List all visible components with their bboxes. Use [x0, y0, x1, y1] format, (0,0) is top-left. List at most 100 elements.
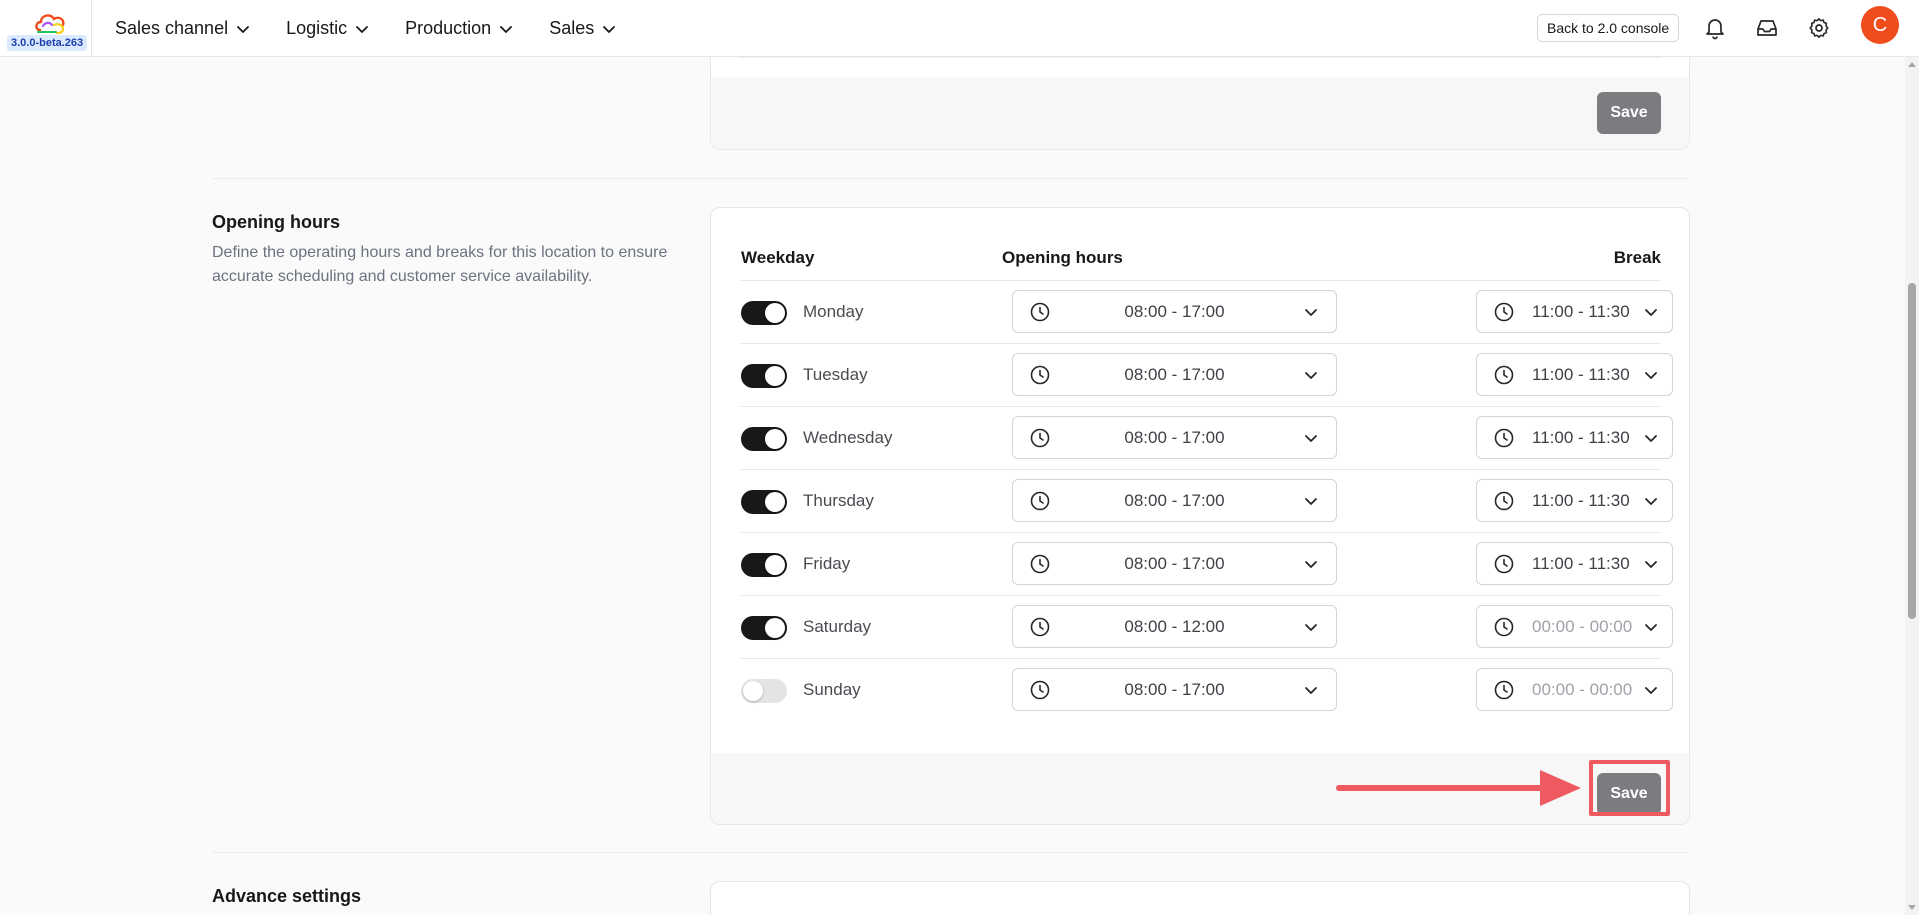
break-select[interactable]: 11:00 - 11:30 [1476, 479, 1673, 522]
scrollbar-thumb[interactable] [1908, 283, 1916, 619]
opening-hours-value: 08:00 - 17:00 [1124, 428, 1225, 447]
section-divider [212, 178, 1690, 179]
annotation-highlight-box [1589, 760, 1670, 816]
day-enabled-toggle[interactable] [741, 679, 787, 703]
weekday-row: Saturday 08:00 - 12:00 00:00 - 00:00 [741, 596, 1673, 659]
gear-icon[interactable] [1807, 16, 1831, 40]
break-value: 11:00 - 11:30 [1532, 302, 1630, 321]
section-description: Define the operating hours and breaks fo… [212, 244, 668, 285]
toggle-knob [765, 555, 785, 575]
advance-settings-card [710, 881, 1690, 915]
nav-label: Sales channel [115, 18, 229, 38]
opening-hours-select[interactable]: 08:00 - 17:00 [1012, 668, 1337, 711]
opening-hours-select[interactable]: 08:00 - 17:00 [1012, 416, 1337, 459]
version-badge: 3.0.0-beta.263 [7, 35, 88, 51]
opening-hours-value: 08:00 - 12:00 [1124, 617, 1225, 636]
break-value: 11:00 - 11:30 [1532, 491, 1630, 510]
opening-hours-card: Weekday Opening hours Break Monday 08:00 … [710, 207, 1690, 825]
card-footer: Save [711, 77, 1689, 149]
section-title-advance-settings: Advance settings [212, 886, 362, 906]
break-value: 11:00 - 11:30 [1532, 365, 1630, 384]
opening-hours-select[interactable]: 08:00 - 17:00 [1012, 290, 1337, 333]
day-enabled-toggle[interactable] [741, 616, 787, 640]
opening-hours-select[interactable]: 08:00 - 12:00 [1012, 605, 1337, 648]
user-avatar[interactable]: C [1861, 6, 1899, 44]
break-select[interactable]: 00:00 - 00:00 [1476, 605, 1673, 648]
inbox-icon[interactable] [1755, 16, 1779, 40]
scroll-up-arrow-icon[interactable] [1907, 60, 1917, 68]
logo-area[interactable]: 3.0.0-beta.263 [0, 0, 92, 57]
column-header-break: Break [1613, 248, 1661, 267]
clock-icon [1494, 680, 1514, 700]
opening-hours-select[interactable]: 08:00 - 17:00 [1012, 353, 1337, 396]
chevron-down-icon [1645, 498, 1657, 505]
weekday-label: Wednesday [803, 428, 893, 447]
chevron-down-icon [1305, 561, 1317, 568]
clock-icon [1494, 428, 1514, 448]
weekday-row: Tuesday 08:00 - 17:00 11:00 - 11:30 [741, 344, 1673, 407]
chevron-down-icon [1645, 561, 1657, 568]
back-to-console-button[interactable]: Back to 2.0 console [1537, 14, 1680, 42]
column-header-weekday: Weekday [741, 248, 815, 267]
toggle-knob [743, 681, 763, 701]
nav-label: Sales [549, 18, 595, 38]
chevron-down-icon [1645, 624, 1657, 631]
chevron-down-icon [1645, 309, 1657, 316]
scroll-down-arrow-icon[interactable] [1907, 904, 1917, 912]
day-enabled-toggle[interactable] [741, 553, 787, 577]
clock-icon [1494, 365, 1514, 385]
day-enabled-toggle[interactable] [741, 301, 787, 325]
day-enabled-toggle[interactable] [741, 490, 787, 514]
break-select[interactable]: 11:00 - 11:30 [1476, 353, 1673, 396]
weekday-label: Tuesday [803, 365, 868, 384]
weekday-row: Thursday 08:00 - 17:00 11:00 - 11:30 [741, 470, 1673, 533]
toggle-knob [765, 618, 785, 638]
break-select[interactable]: 11:00 - 11:30 [1476, 290, 1673, 333]
chevron-down-icon [1645, 687, 1657, 694]
nav-production[interactable]: Production [405, 18, 513, 39]
chevron-down-icon [1305, 687, 1317, 694]
toggle-knob [765, 366, 785, 386]
nav-logistic[interactable]: Logistic [286, 18, 369, 39]
opening-hours-select[interactable]: 08:00 - 17:00 [1012, 542, 1337, 585]
weekday-row: Friday 08:00 - 17:00 11:00 - 11:30 [741, 533, 1673, 596]
weekday-row: Sunday 08:00 - 17:00 00:00 - 00:00 [741, 659, 1673, 722]
chevron-down-icon [1645, 435, 1657, 442]
nav-label: Logistic [286, 18, 348, 38]
break-value: 11:00 - 11:30 [1532, 428, 1630, 447]
chevron-down-icon [356, 25, 369, 33]
toggle-knob [765, 303, 785, 323]
weekday-label: Monday [803, 302, 864, 321]
toggle-knob [765, 492, 785, 512]
opening-hours-value: 08:00 - 17:00 [1124, 491, 1225, 510]
break-value: 11:00 - 11:30 [1532, 554, 1630, 573]
chevron-down-icon [603, 25, 616, 33]
break-select[interactable]: 00:00 - 00:00 [1476, 668, 1673, 711]
day-enabled-toggle[interactable] [741, 427, 787, 451]
nav-sales-channel[interactable]: Sales channel [115, 18, 250, 39]
save-button[interactable]: Save [1597, 92, 1661, 134]
annotation-arrow-icon [1336, 770, 1581, 806]
opening-hours-value: 08:00 - 17:00 [1124, 365, 1225, 384]
break-value: 00:00 - 00:00 [1532, 617, 1633, 636]
day-enabled-toggle[interactable] [741, 364, 787, 388]
chevron-down-icon [237, 25, 249, 33]
section-divider [212, 852, 1690, 853]
bell-icon[interactable] [1703, 16, 1727, 40]
nav-sales[interactable]: Sales [549, 18, 616, 39]
main-nav: Sales channel Logistic Production Sales [115, 0, 652, 57]
chevron-down-icon [1645, 372, 1657, 379]
break-value: 00:00 - 00:00 [1532, 680, 1633, 699]
opening-hours-select[interactable]: 08:00 - 17:00 [1012, 479, 1337, 522]
opening-hours-value: 08:00 - 17:00 [1124, 554, 1225, 573]
weekday-row: Wednesday 08:00 - 17:00 11:00 - 11:30 [741, 407, 1673, 470]
chevron-down-icon [1305, 309, 1317, 316]
chevron-down-icon [500, 25, 513, 33]
section-title-opening-hours: Opening hours [212, 212, 340, 232]
clock-icon [1494, 302, 1514, 322]
nav-label: Production [405, 18, 492, 38]
break-select[interactable]: 11:00 - 11:30 [1476, 542, 1673, 585]
opening-hours-value: 08:00 - 17:00 [1124, 302, 1225, 321]
break-select[interactable]: 11:00 - 11:30 [1476, 416, 1673, 459]
weekday-label: Thursday [803, 491, 874, 510]
